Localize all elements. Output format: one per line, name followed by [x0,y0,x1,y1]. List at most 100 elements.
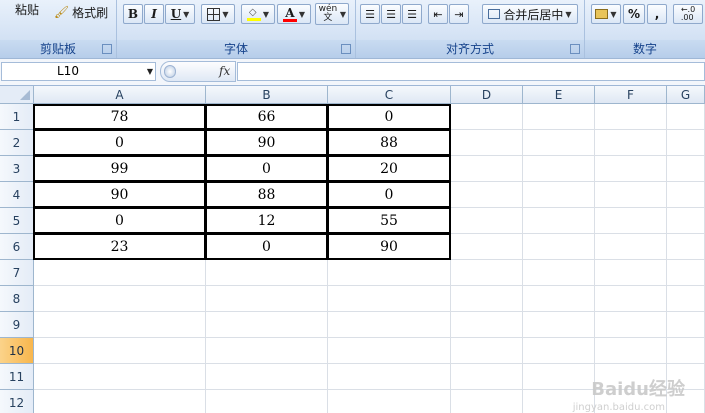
number-group: ▼ % , ←.0.00 数字 [585,0,705,58]
cell-a2[interactable]: 0 [33,129,206,156]
clipboard-group: 粘贴 🖌 格式刷 剪贴板 [0,0,117,58]
ribbon: 粘贴 🖌 格式刷 剪贴板 B I U ▼ ▼ ◇ ▼ A ▼ wén 文 ▼ 字… [0,0,705,59]
chevron-down-icon: ▼ [298,9,306,19]
row-header-3[interactable]: 3 [0,156,34,182]
cell-c3[interactable]: 20 [327,155,451,182]
cell-c1[interactable]: 0 [327,104,451,130]
row-header-4[interactable]: 4 [0,182,34,208]
align-left-button[interactable]: ☰ [360,4,380,24]
align-center-button[interactable]: ☰ [381,4,401,24]
align-center-icon: ☰ [386,7,396,21]
formula-input[interactable] [237,62,705,81]
align-right-button[interactable]: ☰ [402,4,422,24]
underline-button[interactable]: U ▼ [165,4,195,24]
fill-color-button[interactable]: ◇ ▼ [241,4,275,24]
alignment-group-label: 对齐方式 [356,40,584,58]
font-color-button[interactable]: A ▼ [277,4,311,24]
percent-label: % [627,7,641,21]
fill-color-swatch [246,18,261,21]
column-header-a[interactable]: A [34,86,206,104]
row-header-1[interactable]: 1 [0,104,34,130]
gridline-horizontal [34,311,705,312]
cell-b4[interactable]: 88 [205,181,328,208]
row-header-11[interactable]: 11 [0,364,34,390]
column-header-e[interactable]: E [523,86,595,104]
watermark-logo: Baidu经验 [591,379,685,400]
column-header-b[interactable]: B [206,86,328,104]
cell-b6[interactable]: 0 [205,233,328,260]
italic-label: I [151,7,157,21]
paintbrush-icon: 🖌 [53,5,70,19]
cell-a4[interactable]: 90 [33,181,206,208]
cell-c4[interactable]: 0 [327,181,451,208]
clipboard-group-label: 剪贴板 [0,40,116,58]
paste-button[interactable]: 粘贴 [6,0,48,18]
cell-c6[interactable]: 90 [327,233,451,260]
font-color-swatch [282,19,297,22]
select-all-triangle-icon [20,90,30,100]
cell-b3[interactable]: 0 [205,155,328,182]
row-header-8[interactable]: 8 [0,286,34,312]
increase-decimal-icon: ←.0.00 [680,5,696,22]
column-header-d[interactable]: D [451,86,523,104]
cell-b1[interactable]: 66 [205,104,328,130]
row-header-6[interactable]: 6 [0,234,34,260]
increase-decimal-button[interactable]: ←.0.00 [673,4,703,24]
chevron-down-icon[interactable]: ▼ [147,63,153,80]
accounting-format-button[interactable]: ▼ [591,4,621,24]
name-box[interactable]: L10 ▼ [1,62,156,81]
alignment-group: ☰ ☰ ☰ ⇤ ⇥ 合并后居中 ▼ 对齐方式 [356,0,585,58]
phonetic-guide-button[interactable]: wén 文 ▼ [315,3,349,25]
formula-bar: L10 ▼ fx [0,59,705,86]
row-header-2[interactable]: 2 [0,130,34,156]
currency-icon [595,9,609,19]
decrease-indent-button[interactable]: ⇤ [428,4,448,24]
row-header-10[interactable]: 10 [0,338,34,364]
formula-controls: fx [160,61,236,82]
row-header-12[interactable]: 12 [0,390,34,413]
select-all-button[interactable] [0,86,34,104]
merge-center-button[interactable]: 合并后居中 ▼ [482,4,578,24]
gridline-horizontal [34,285,705,286]
paste-label: 粘贴 [14,2,39,17]
comma-style-button[interactable]: , [647,4,667,24]
increase-indent-button[interactable]: ⇥ [449,4,469,24]
bold-button[interactable]: B [123,4,143,24]
font-group: B I U ▼ ▼ ◇ ▼ A ▼ wén 文 ▼ 字体 [117,0,356,58]
font-color-icon: A [282,6,297,22]
cell-b2[interactable]: 90 [205,129,328,156]
row-header-5[interactable]: 5 [0,208,34,234]
cell-c5[interactable]: 55 [327,207,451,234]
gridline-horizontal [34,363,705,364]
column-header-f[interactable]: F [595,86,667,104]
worksheet-grid[interactable]: ABCDEFG 1 2 3 4 5 6 7 8 9 10 11 12 78 66 0 0 90 88 99 0 20 9… [0,86,705,413]
paint-bucket-icon: ◇ [246,7,261,21]
cell-b5[interactable]: 12 [205,207,328,234]
chevron-down-icon: ▼ [610,9,617,19]
borders-button[interactable]: ▼ [201,4,235,24]
font-group-label: 字体 [117,40,355,58]
row-header-7[interactable]: 7 [0,260,34,286]
merge-cells-icon [488,9,501,19]
row-header-9[interactable]: 9 [0,312,34,338]
alignment-dialog-launcher-icon[interactable] [570,44,580,54]
format-painter-button[interactable]: 🖌 格式刷 [50,2,112,22]
watermark-url: jingyan.baidu.com [572,402,665,413]
cell-c2[interactable]: 88 [327,129,451,156]
resize-knob-icon[interactable] [164,65,176,78]
cell-a5[interactable]: 0 [33,207,206,234]
insert-function-icon[interactable]: fx [219,64,230,78]
cell-a1[interactable]: 78 [33,104,206,130]
percent-style-button[interactable]: % [623,4,645,24]
italic-button[interactable]: I [144,4,164,24]
phonetic-guide-label: wén 文 [318,4,338,23]
increase-indent-icon: ⇥ [454,7,464,21]
column-header-g[interactable]: G [667,86,705,104]
cell-a3[interactable]: 99 [33,155,206,182]
column-header-c[interactable]: C [328,86,451,104]
decrease-indent-icon: ⇤ [433,7,443,21]
chevron-down-icon: ▼ [262,9,270,19]
cell-a6[interactable]: 23 [33,233,206,260]
font-dialog-launcher-icon[interactable] [341,44,351,54]
clipboard-dialog-launcher-icon[interactable] [102,44,112,54]
